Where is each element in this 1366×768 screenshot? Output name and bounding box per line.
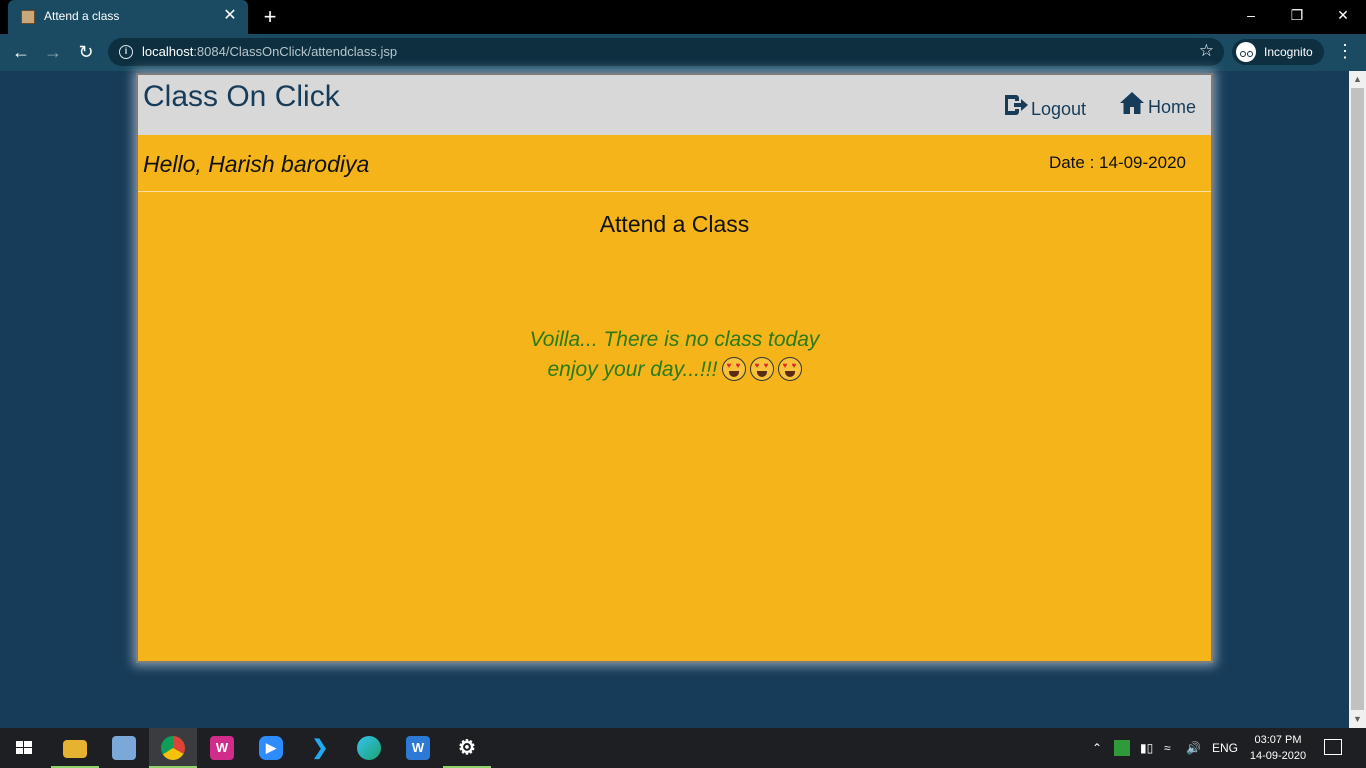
folder-icon [63, 740, 87, 758]
clock[interactable]: 03:07 PM 14-09-2020 [1240, 732, 1316, 764]
browser-tab[interactable]: Attend a class ✕ [8, 0, 248, 34]
zoom-button[interactable]: ▶ [247, 728, 295, 768]
taskbar: W ▶ ❯ W ⚙ ⌃ ▮▯ ≈ 🔊 ENG 03:07 PM 14-09-20… [0, 728, 1366, 768]
wamp-icon: W [210, 736, 234, 760]
message-line-1: Voilla... There is no class today [529, 328, 820, 351]
address-bar-row: ← → ↻ i localhost:8084/ClassOnClick/atte… [0, 34, 1366, 71]
incognito-icon [1236, 42, 1256, 62]
main-card: Class On Click Logout Home Hello, Harish… [136, 73, 1213, 663]
message-line-2-text: enjoy your day...!!! [547, 358, 718, 381]
greeting-text: Hello, Harish barodiya [143, 151, 370, 177]
page-title: Attend a Class [599, 211, 750, 237]
home-link[interactable]: Home [1119, 91, 1196, 121]
heart-eyes-emoji: ♥ ♥ [777, 357, 802, 381]
file-explorer-button[interactable] [51, 728, 99, 768]
edge-button[interactable] [345, 728, 393, 768]
scroll-down-icon[interactable]: ▼ [1349, 711, 1366, 728]
volume-icon[interactable]: 🔊 [1186, 739, 1201, 757]
forward-icon[interactable]: → [40, 40, 66, 66]
no-class-message: Voilla... There is no class today enjoy … [138, 325, 1211, 385]
wifi-icon[interactable]: ≈ [1164, 739, 1171, 757]
url-host: localhost [142, 44, 194, 59]
clock-date: 14-09-2020 [1249, 750, 1307, 762]
incognito-badge[interactable]: Incognito [1232, 39, 1324, 65]
star-icon[interactable]: ☆ [1199, 41, 1214, 61]
edge-icon [357, 736, 381, 760]
wamp-tray-icon[interactable] [1114, 740, 1130, 756]
tab-title: Attend a class [44, 9, 120, 23]
home-icon [1120, 92, 1144, 114]
start-button[interactable] [0, 728, 48, 768]
reload-icon[interactable]: ↻ [73, 40, 99, 66]
logout-label: Logout [1031, 99, 1087, 119]
url-field[interactable]: i localhost:8084/ClassOnClick/attendclas… [108, 38, 1224, 66]
scroll-thumb[interactable] [1351, 88, 1364, 710]
settings-button[interactable]: ⚙ [443, 728, 491, 768]
clock-time: 03:07 PM [1254, 734, 1302, 746]
date-text: Date : 14-09-2020 [1048, 153, 1186, 172]
chrome-button[interactable] [149, 728, 197, 768]
tab-close-icon[interactable]: ✕ [220, 6, 240, 26]
url-path: :8084/ClassOnClick/attendclass.jsp [193, 44, 398, 59]
tray-chevron-icon[interactable]: ⌃ [1092, 739, 1102, 757]
restore-icon[interactable]: ❐ [1274, 0, 1320, 34]
incognito-label: Incognito [1264, 45, 1313, 59]
greeting-row: Hello, Harish barodiya Date : 14-09-2020 [138, 135, 1211, 192]
message-line-2: enjoy your day...!!! ♥ ♥ ♥ ♥ ♥ ♥ [138, 355, 1211, 385]
settings-icon: ⚙ [458, 737, 476, 759]
wps-button[interactable]: W [394, 728, 442, 768]
info-icon[interactable]: i [119, 45, 133, 59]
window-close-icon[interactable]: ✕ [1320, 0, 1366, 34]
wamp-button[interactable]: W [198, 728, 246, 768]
url-text: localhost:8084/ClassOnClick/attendclass.… [142, 44, 397, 59]
language-indicator[interactable]: ENG [1212, 739, 1238, 757]
heart-eyes-emoji: ♥ ♥ [721, 357, 746, 381]
brand-title[interactable]: Class On Click [143, 80, 340, 114]
browser-menu-icon[interactable]: ⋮ [1336, 40, 1354, 62]
home-label: Home [1148, 97, 1197, 117]
wps-icon: W [406, 736, 430, 760]
scroll-up-icon[interactable]: ▲ [1349, 71, 1366, 88]
virtualbox-button[interactable] [100, 728, 148, 768]
heart-eyes-emoji: ♥ ♥ [749, 357, 774, 381]
back-icon[interactable]: ← [8, 40, 34, 66]
notification-icon[interactable] [1324, 739, 1342, 755]
tab-bar: Attend a class ✕ + – ❐ ✕ [0, 0, 1366, 34]
cube-icon [112, 736, 136, 760]
new-tab-button[interactable]: + [258, 4, 282, 30]
chrome-icon [161, 736, 185, 760]
logout-icon [1005, 95, 1028, 115]
vscode-button[interactable]: ❯ [296, 728, 344, 768]
favicon-icon [21, 10, 35, 24]
site-header: Class On Click Logout Home [138, 75, 1211, 135]
logout-link[interactable]: Logout [1002, 93, 1086, 123]
minimize-icon[interactable]: – [1228, 0, 1274, 34]
vscode-icon: ❯ [311, 737, 329, 759]
battery-icon[interactable]: ▮▯ [1140, 739, 1153, 757]
windows-start-icon [16, 741, 32, 754]
zoom-icon: ▶ [259, 736, 283, 760]
page-scrollbar[interactable]: ▲ ▼ [1349, 71, 1366, 728]
